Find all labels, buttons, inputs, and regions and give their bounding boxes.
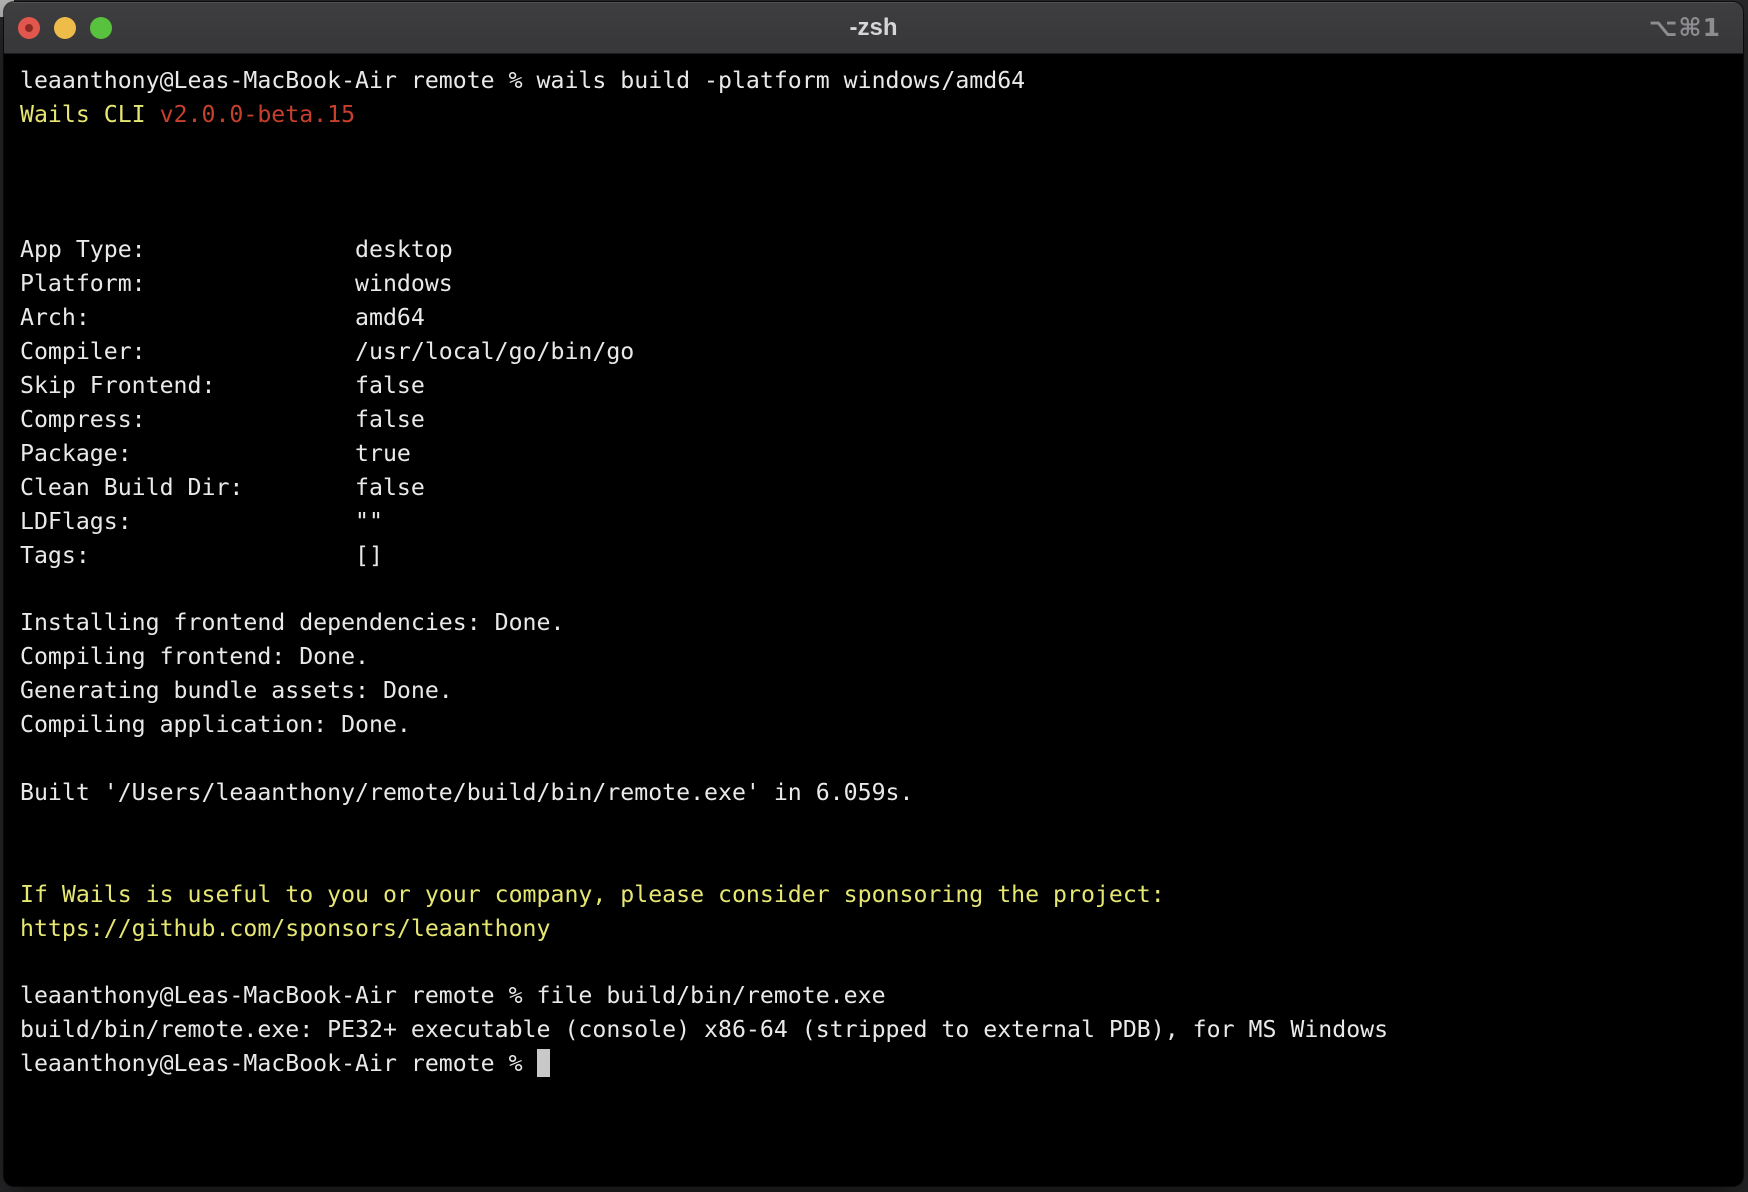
window-titlebar[interactable]: -zsh ⌥⌘1 (4, 2, 1743, 54)
zoom-button[interactable] (90, 17, 112, 39)
terminal-line (20, 844, 1735, 878)
terminal-text-segment: Generating bundle assets: Done. (20, 677, 453, 704)
tab-shortcut-badge: ⌥⌘1 (1649, 2, 1721, 53)
terminal-text-segment: Skip Frontend: false (20, 372, 425, 399)
window-controls (18, 2, 112, 53)
terminal-line: Platform: windows (20, 267, 1735, 301)
terminal-line: Wails CLI v2.0.0-beta.15 (20, 98, 1735, 132)
terminal-text-segment: If Wails is useful to you or your compan… (20, 881, 1165, 908)
terminal-line (20, 132, 1735, 166)
terminal-line: Skip Frontend: false (20, 369, 1735, 403)
terminal-line: Tags: [] (20, 539, 1735, 573)
terminal-text-segment: leaanthony@Leas-MacBook-Air remote % fil… (20, 982, 886, 1009)
terminal-window: -zsh ⌥⌘1 leaanthony@Leas-MacBook-Air rem… (4, 2, 1743, 1186)
minimize-button[interactable] (54, 17, 76, 39)
terminal-line: Built '/Users/leaanthony/remote/build/bi… (20, 776, 1735, 810)
terminal-text-segment: Compiling frontend: Done. (20, 643, 369, 670)
terminal-line: build/bin/remote.exe: PE32+ executable (… (20, 1013, 1735, 1047)
terminal-text-segment: App Type: desktop (20, 236, 453, 263)
terminal-text-segment: Compress: false (20, 406, 425, 433)
terminal-output[interactable]: leaanthony@Leas-MacBook-Air remote % wai… (4, 54, 1743, 1186)
terminal-text-segment: Installing frontend dependencies: Done. (20, 609, 564, 636)
terminal-cursor (537, 1049, 550, 1077)
terminal-line: https://github.com/sponsors/leaanthony (20, 912, 1735, 946)
terminal-text-segment: leaanthony@Leas-MacBook-Air remote % wai… (20, 67, 1025, 94)
terminal-text-segment: Package: true (20, 440, 411, 467)
terminal-line: Compiler: /usr/local/go/bin/go (20, 335, 1735, 369)
terminal-line: Package: true (20, 437, 1735, 471)
terminal-line: Installing frontend dependencies: Done. (20, 606, 1735, 640)
terminal-line: Compiling application: Done. (20, 708, 1735, 742)
terminal-line (20, 810, 1735, 844)
terminal-line: Compiling frontend: Done. (20, 640, 1735, 674)
terminal-line (20, 742, 1735, 776)
terminal-line: leaanthony@Leas-MacBook-Air remote % fil… (20, 979, 1735, 1013)
terminal-line: Arch: amd64 (20, 301, 1735, 335)
terminal-line: Generating bundle assets: Done. (20, 674, 1735, 708)
terminal-line: If Wails is useful to you or your compan… (20, 878, 1735, 912)
terminal-line (20, 573, 1735, 607)
terminal-text-segment: leaanthony@Leas-MacBook-Air remote % (20, 1050, 537, 1077)
terminal-line: leaanthony@Leas-MacBook-Air remote % (20, 1047, 1735, 1081)
terminal-text-segment: Tags: [] (20, 542, 383, 569)
terminal-text-segment: https://github.com/sponsors/leaanthony (20, 915, 550, 942)
terminal-line: leaanthony@Leas-MacBook-Air remote % wai… (20, 64, 1735, 98)
terminal-text-segment: Platform: windows (20, 270, 453, 297)
terminal-text-segment: Clean Build Dir: false (20, 474, 425, 501)
terminal-text-segment: v2.0.0-beta.15 (160, 101, 355, 128)
close-button[interactable] (18, 17, 40, 39)
terminal-line (20, 200, 1735, 234)
modified-indicator-icon (25, 24, 33, 32)
terminal-text-segment: build/bin/remote.exe: PE32+ executable (… (20, 1016, 1388, 1043)
terminal-line: Compress: false (20, 403, 1735, 437)
terminal-text-segment: Wails CLI (20, 101, 160, 128)
terminal-text-segment: LDFlags: "" (20, 508, 383, 535)
terminal-text-segment: Built '/Users/leaanthony/remote/build/bi… (20, 779, 913, 806)
terminal-line: App Type: desktop (20, 233, 1735, 267)
window-title: -zsh (4, 2, 1743, 53)
terminal-line: Clean Build Dir: false (20, 471, 1735, 505)
terminal-text-segment: Arch: amd64 (20, 304, 425, 331)
terminal-line: LDFlags: "" (20, 505, 1735, 539)
terminal-text-segment: Compiling application: Done. (20, 711, 411, 738)
terminal-line (20, 945, 1735, 979)
terminal-line (20, 166, 1735, 200)
terminal-text-segment: Compiler: /usr/local/go/bin/go (20, 338, 634, 365)
